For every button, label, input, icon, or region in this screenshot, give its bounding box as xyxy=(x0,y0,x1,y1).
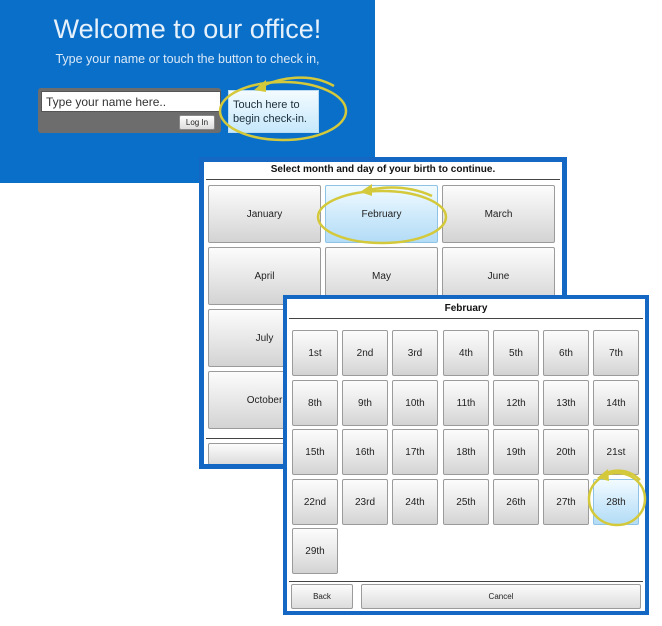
day-button-29th[interactable]: 29th xyxy=(292,528,338,574)
month-select-title: Select month and day of your birth to co… xyxy=(270,164,496,175)
day-button-4th[interactable]: 4th xyxy=(443,330,489,376)
day-button-13th[interactable]: 13th xyxy=(543,380,589,426)
back-button[interactable]: Back xyxy=(291,584,353,609)
day-button-12th[interactable]: 12th xyxy=(493,380,539,426)
month-button-january[interactable]: January xyxy=(208,185,321,243)
day-button-3rd[interactable]: 3rd xyxy=(392,330,438,376)
day-button-28th[interactable]: 28th xyxy=(593,479,639,525)
day-button-6th[interactable]: 6th xyxy=(543,330,589,376)
day-button-2nd[interactable]: 2nd xyxy=(342,330,388,376)
divider xyxy=(206,179,560,180)
day-button-16th[interactable]: 16th xyxy=(342,429,388,475)
day-select-content: February 1st 2nd 3rd 4th 5th 6th 7th 8th 9th 10th… xyxy=(287,299,645,611)
day-button-27th[interactable]: 27th xyxy=(543,479,589,525)
day-button-23rd[interactable]: 23rd xyxy=(342,479,388,525)
day-button-9th[interactable]: 9th xyxy=(342,380,388,426)
day-button-18th[interactable]: 18th xyxy=(443,429,489,475)
day-button-5th[interactable]: 5th xyxy=(493,330,539,376)
welcome-title: Welcome to our office! xyxy=(53,14,322,44)
day-button-7th[interactable]: 7th xyxy=(593,330,639,376)
begin-check-in-button[interactable]: Touch here to begin check-in. xyxy=(228,90,319,133)
day-select-title: February xyxy=(444,303,488,314)
day-button-14th[interactable]: 14th xyxy=(593,380,639,426)
day-button-20th[interactable]: 20th xyxy=(543,429,589,475)
cancel-button[interactable]: Cancel xyxy=(361,584,641,609)
welcome-subtitle: Type your name or touch the button to ch… xyxy=(55,52,320,66)
day-button-1st[interactable]: 1st xyxy=(292,330,338,376)
login-box: Log In xyxy=(38,88,221,133)
welcome-panel: Welcome to our office! Type your name or… xyxy=(0,0,375,183)
divider xyxy=(289,581,643,582)
day-button-25th[interactable]: 25th xyxy=(443,479,489,525)
day-button-21st[interactable]: 21st xyxy=(593,429,639,475)
day-button-17th[interactable]: 17th xyxy=(392,429,438,475)
day-button-24th[interactable]: 24th xyxy=(392,479,438,525)
month-button-february[interactable]: February xyxy=(325,185,438,243)
day-button-22nd[interactable]: 22nd xyxy=(292,479,338,525)
day-button-26th[interactable]: 26th xyxy=(493,479,539,525)
day-button-10th[interactable]: 10th xyxy=(392,380,438,426)
day-button-11th[interactable]: 11th xyxy=(443,380,489,426)
month-button-march[interactable]: March xyxy=(442,185,555,243)
day-select-panel: February 1st 2nd 3rd 4th 5th 6th 7th 8th 9th 10th… xyxy=(283,295,649,615)
name-input[interactable] xyxy=(41,91,221,112)
log-in-button[interactable]: Log In xyxy=(179,115,215,130)
divider xyxy=(289,318,643,319)
day-button-19th[interactable]: 19th xyxy=(493,429,539,475)
day-button-15th[interactable]: 15th xyxy=(292,429,338,475)
day-button-8th[interactable]: 8th xyxy=(292,380,338,426)
